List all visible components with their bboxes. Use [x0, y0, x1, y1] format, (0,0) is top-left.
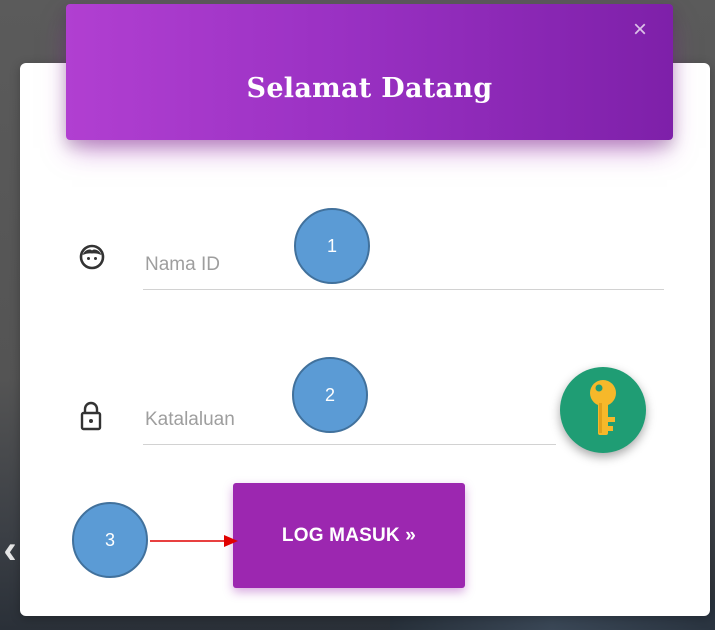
lock-icon	[78, 399, 104, 433]
key-icon	[583, 379, 623, 441]
key-button[interactable]	[560, 367, 646, 453]
login-button[interactable]: LOG MASUK »	[233, 483, 465, 588]
close-icon[interactable]: ×	[633, 18, 647, 42]
annotation-callout-2: 2	[292, 357, 368, 433]
face-icon	[78, 243, 106, 271]
username-input[interactable]	[143, 240, 664, 290]
annotation-arrow	[150, 535, 238, 547]
annotation-callout-3: 3	[72, 502, 148, 578]
annotation-callout-1: 1	[294, 208, 370, 284]
carousel-prev-icon[interactable]: ‹	[0, 520, 20, 580]
modal-header: Selamat Datang ×	[66, 4, 673, 140]
modal-title: Selamat Datang	[246, 72, 493, 104]
